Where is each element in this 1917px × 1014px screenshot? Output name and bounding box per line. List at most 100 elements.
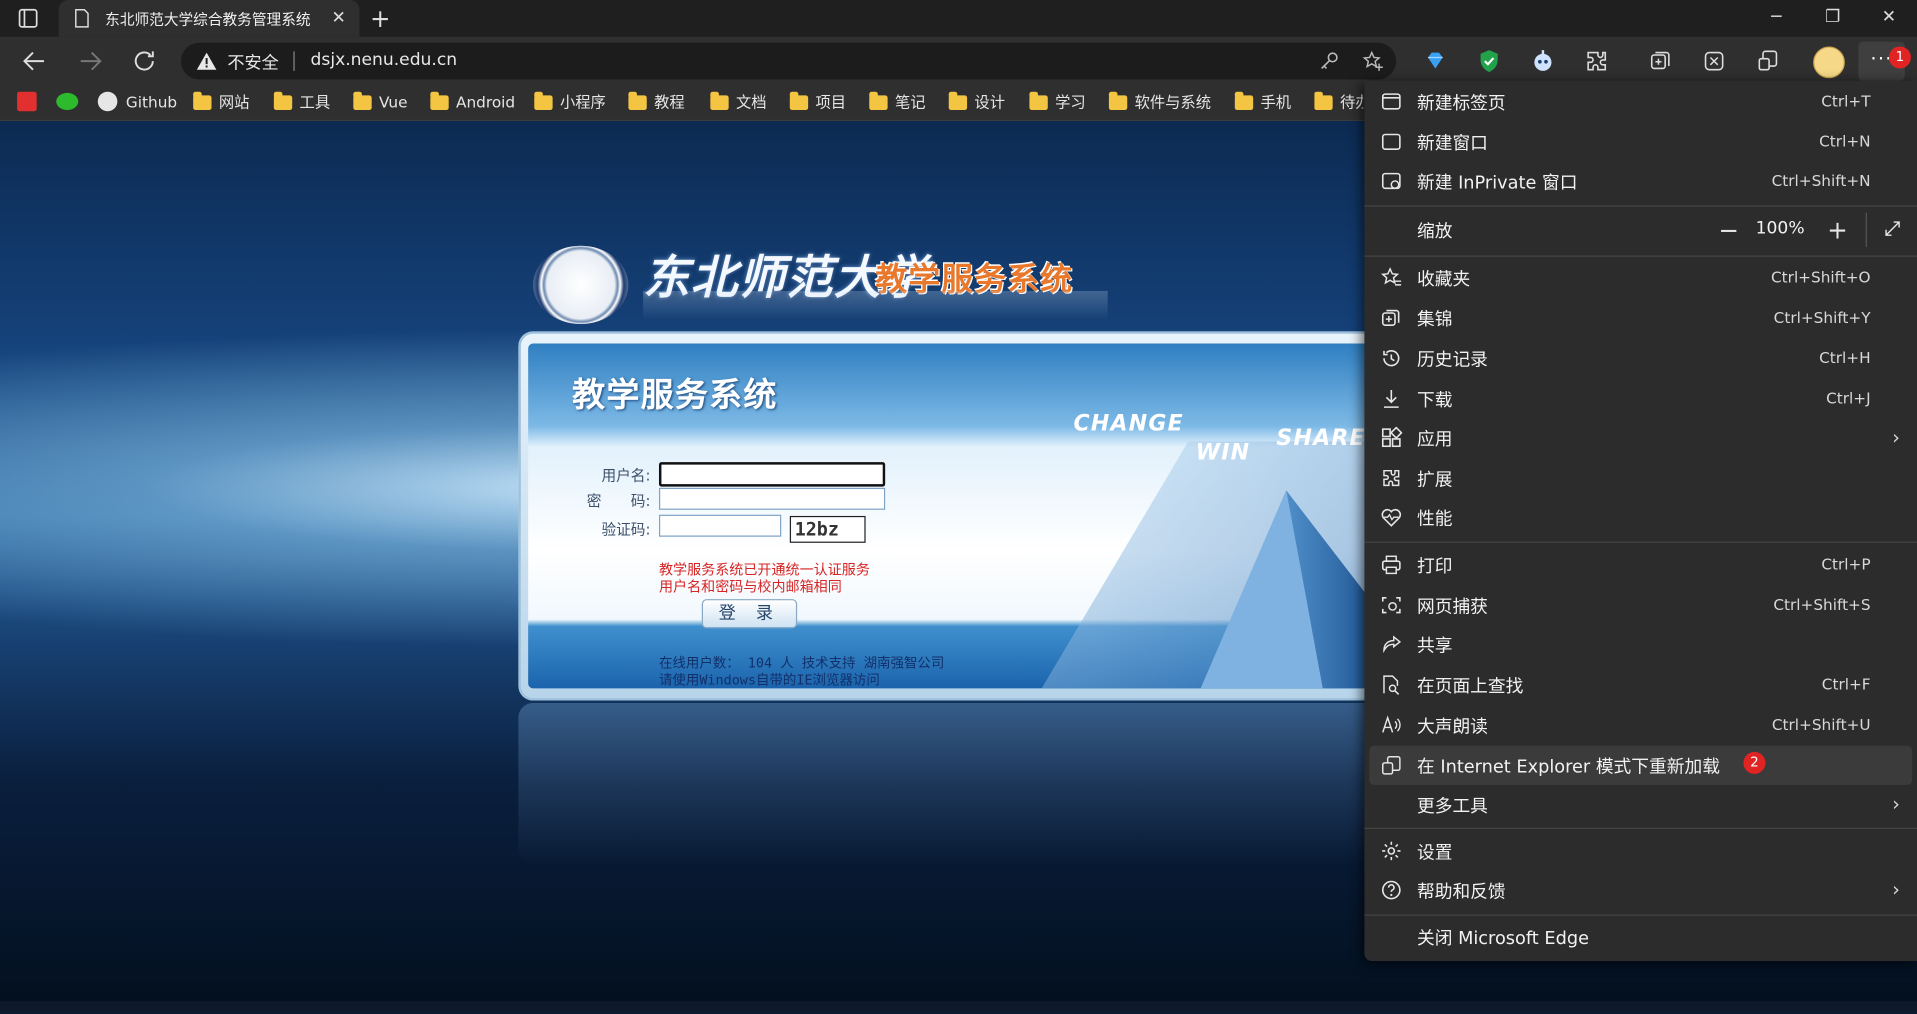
forward-icon[interactable]	[76, 46, 105, 75]
menu-item-performance[interactable]: 性能	[1364, 498, 1917, 537]
title-bar: 东北师范大学综合教务管理系统 ✕ + ─ ❐ ✕	[0, 0, 1917, 37]
folder-icon	[273, 91, 293, 111]
zoom-in-button[interactable]: +	[1823, 215, 1852, 244]
bookmark-folder[interactable]: 学习	[1029, 90, 1086, 114]
fullscreen-icon[interactable]	[1878, 215, 1907, 244]
menu-item-find[interactable]: 在页面上查找 Ctrl+F	[1364, 665, 1917, 704]
menu-item-new-tab[interactable]: 新建标签页 Ctrl+T	[1364, 82, 1917, 121]
robot-extension-icon[interactable]	[1528, 46, 1557, 75]
bookmark-folder[interactable]: 文档	[710, 90, 767, 114]
menu-item-settings[interactable]: 设置	[1364, 831, 1917, 870]
menu-item-downloads[interactable]: 下载 Ctrl+J	[1364, 379, 1917, 418]
slogan-change: CHANGE	[1073, 410, 1184, 437]
bookmark-folder[interactable]: 教程	[628, 90, 685, 114]
help-icon	[1380, 879, 1402, 901]
folder-icon	[1108, 91, 1128, 111]
menu-item-reload-ie-mode[interactable]: 在 Internet Explorer 模式下重新加载 2	[1369, 745, 1913, 785]
performance-icon	[1380, 506, 1402, 528]
slogan-win: WIN	[1195, 440, 1251, 466]
key-icon[interactable]	[1318, 50, 1340, 72]
folder-icon	[353, 91, 372, 111]
bookmark-folder[interactable]: 小程序	[534, 90, 606, 114]
warning-icon[interactable]	[196, 51, 218, 71]
header-reflection	[643, 290, 1108, 321]
minimize-button[interactable]: ─	[1748, 0, 1804, 37]
bookmark-folder[interactable]: Android	[430, 90, 515, 114]
security-status[interactable]: 不安全	[227, 50, 278, 74]
bookmark-folder[interactable]: 软件与系统	[1108, 90, 1211, 114]
menu-divider	[1364, 914, 1917, 916]
menu-item-history[interactable]: 历史记录 Ctrl+H	[1364, 339, 1917, 378]
folder-icon	[789, 91, 809, 111]
math-solver-icon[interactable]	[1699, 46, 1728, 75]
refresh-icon[interactable]	[130, 46, 159, 75]
bookmark-folder[interactable]: Vue	[353, 90, 408, 114]
tab-actions-icon[interactable]	[17, 7, 39, 29]
login-button[interactable]: 登 录	[701, 599, 798, 629]
step-badge-1: 1	[1888, 46, 1911, 69]
new-tab-button[interactable]: +	[367, 5, 394, 32]
divider	[293, 51, 295, 71]
apps-icon	[1380, 426, 1403, 449]
menu-item-extensions[interactable]: 扩展	[1364, 458, 1917, 497]
collections-icon	[1380, 307, 1402, 329]
maximize-button[interactable]: ❐	[1805, 0, 1861, 37]
new-window-icon	[1380, 131, 1402, 153]
bookmark-folder[interactable]: 项目	[789, 90, 846, 114]
collections-icon[interactable]	[1646, 46, 1675, 75]
url-text[interactable]: dsjx.nenu.edu.cn	[311, 50, 458, 70]
menu-item-read-aloud[interactable]: 大声朗读 Ctrl+Shift+U	[1364, 705, 1917, 744]
tab-close-icon[interactable]: ✕	[328, 7, 350, 29]
extensions-icon[interactable]	[1582, 46, 1611, 75]
ie-mode-toolbar-icon[interactable]	[1753, 46, 1782, 75]
menu-item-help[interactable]: 帮助和反馈 ›	[1364, 870, 1917, 909]
bookmark-folder[interactable]: 手机	[1234, 90, 1291, 114]
ie-mode-icon	[1380, 754, 1402, 776]
download-icon	[1380, 388, 1402, 410]
inprivate-icon	[1380, 170, 1402, 192]
close-window-button[interactable]: ✕	[1861, 0, 1917, 37]
browser-tab[interactable]: 东北师范大学综合教务管理系统 ✕	[58, 0, 360, 37]
menu-item-favorites[interactable]: 收藏夹 Ctrl+Shift+O	[1364, 258, 1917, 297]
folder-icon	[948, 91, 968, 111]
menu-item-inprivate[interactable]: 新建 InPrivate 窗口 Ctrl+Shift+N	[1364, 161, 1917, 200]
bookmark-folder[interactable]: 设计	[948, 90, 1005, 114]
bookmark-folder[interactable]: 网站	[193, 90, 249, 114]
password-input[interactable]	[658, 487, 886, 510]
add-favorite-icon[interactable]	[1362, 50, 1384, 72]
folder-icon	[710, 91, 729, 111]
shield-extension-icon[interactable]	[1474, 46, 1503, 75]
profile-avatar[interactable]	[1813, 46, 1845, 79]
captcha-image[interactable]: 12bz	[789, 515, 866, 543]
diamond-extension-icon[interactable]	[1421, 46, 1450, 75]
bookmark-red-icon[interactable]	[17, 90, 37, 114]
username-input[interactable]	[658, 462, 886, 487]
menu-item-new-window[interactable]: 新建窗口 Ctrl+N	[1364, 122, 1917, 161]
bookmark-github[interactable]: Github	[97, 90, 177, 114]
menu-item-print[interactable]: 打印 Ctrl+P	[1364, 545, 1917, 584]
menu-divider	[1364, 205, 1917, 207]
extensions-icon	[1380, 467, 1402, 489]
menu-item-apps[interactable]: 应用 ›	[1364, 418, 1917, 457]
password-label: 密 码:	[586, 492, 651, 510]
chevron-right-icon: ›	[1892, 425, 1900, 449]
address-bar[interactable]: 不安全 dsjx.nenu.edu.cn	[180, 42, 1397, 80]
bookmark-folder[interactable]: 工具	[273, 90, 330, 114]
page-bottom-strip	[0, 1001, 1917, 1014]
menu-item-share[interactable]: 共享	[1364, 625, 1917, 664]
zoom-out-button[interactable]: −	[1714, 215, 1743, 244]
menu-item-web-capture[interactable]: 网页捕获 Ctrl+Shift+S	[1364, 586, 1917, 625]
bookmark-folder[interactable]: 笔记	[869, 90, 926, 114]
captcha-input[interactable]	[658, 514, 782, 537]
university-seal-logo	[533, 245, 629, 324]
back-icon[interactable]	[20, 46, 49, 75]
folder-icon	[869, 91, 888, 111]
menu-item-collections[interactable]: 集锦 Ctrl+Shift+Y	[1364, 298, 1917, 337]
menu-item-close-edge[interactable]: 关闭 Microsoft Edge	[1364, 917, 1917, 956]
navigation-toolbar: 不安全 dsjx.nenu.edu.cn ··· 1	[0, 36, 1917, 86]
bookmark-folder[interactable]: 待办	[1314, 90, 1363, 114]
folder-icon	[628, 91, 647, 111]
bookmark-wechat-icon[interactable]	[56, 90, 79, 114]
menu-item-more-tools[interactable]: 更多工具 ›	[1364, 785, 1917, 824]
new-tab-icon	[1380, 90, 1402, 112]
